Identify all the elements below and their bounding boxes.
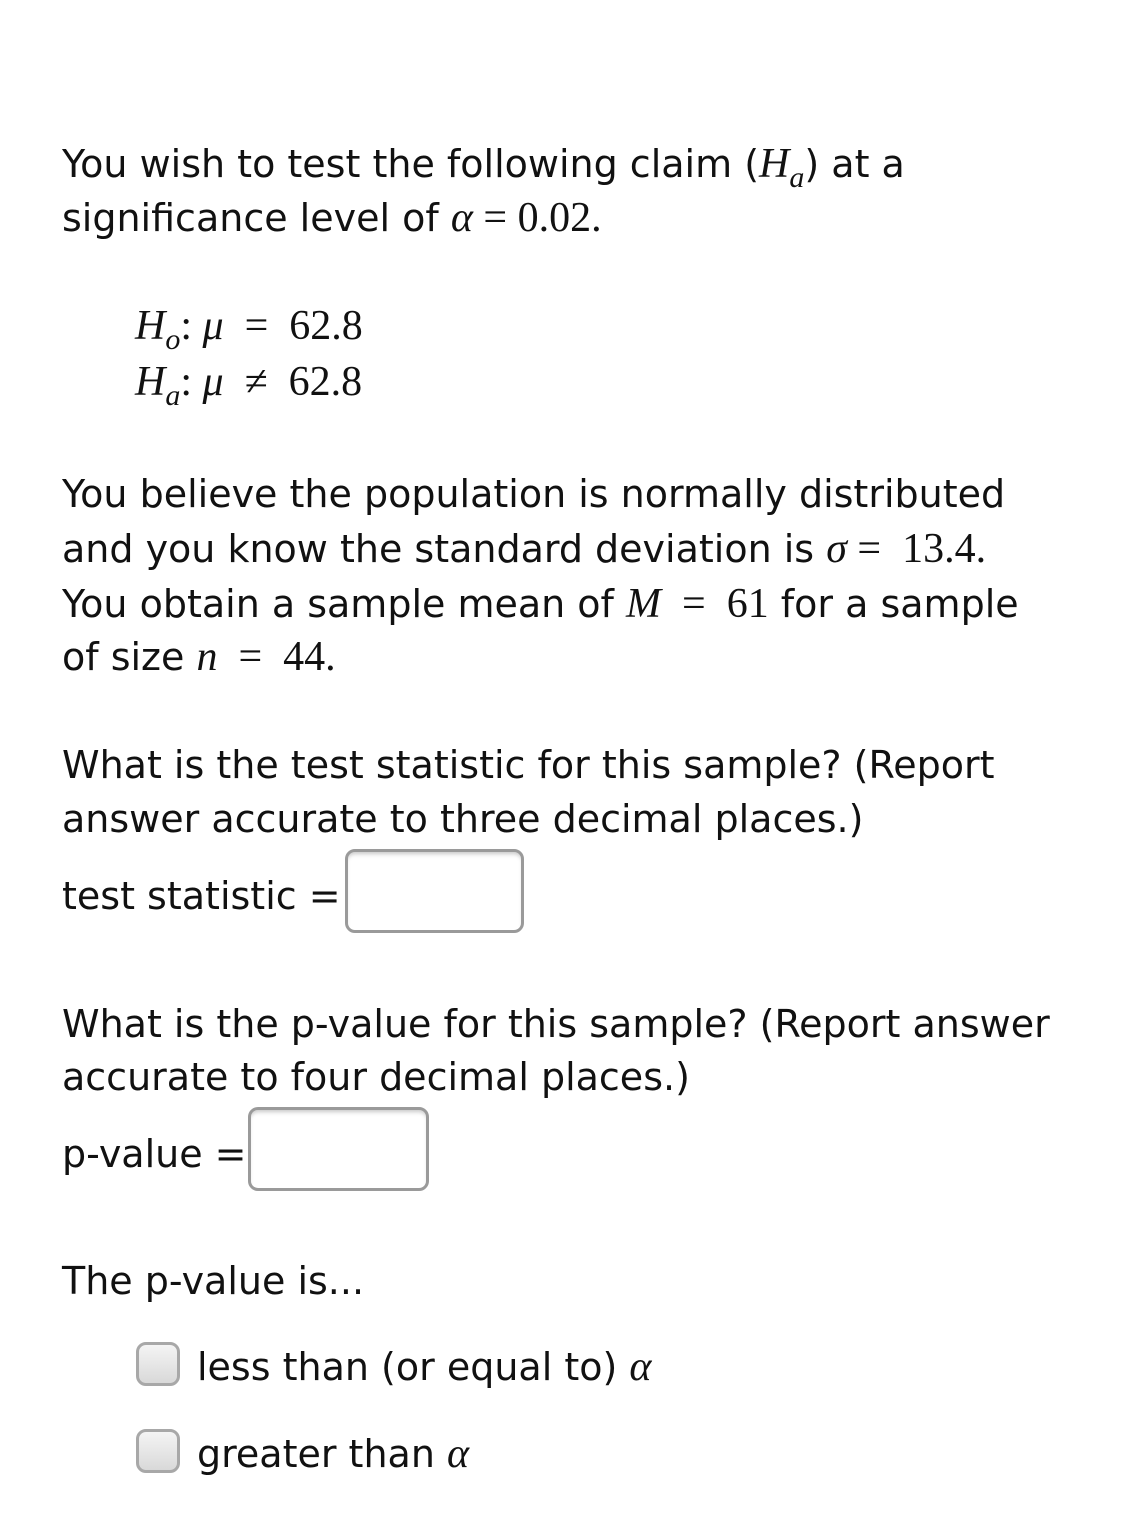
alpha-symbol: α — [450, 195, 473, 241]
operator: = — [244, 303, 269, 349]
hypothesis-value: 62.8 — [288, 359, 363, 405]
option-greater-than-label[interactable]: greater than α — [197, 1427, 469, 1481]
colon: : — [180, 303, 193, 349]
test-statistic-label: test statistic = — [62, 874, 341, 918]
hypothesis-value: 62.8 — [289, 303, 363, 349]
h-symbol: H — [135, 359, 166, 405]
claim-text: You wish to test the following claim ( — [62, 142, 760, 186]
assumption-line-3: You obtain a sample mean of M = 61 for a… — [62, 581, 1019, 627]
colon: : — [180, 359, 193, 405]
assumption-line-2: and you know the standard deviation is σ… — [62, 526, 987, 572]
h-subscript: o — [165, 323, 181, 356]
null-hypothesis: Ho: μ = 62.8 — [135, 298, 363, 358]
alpha-symbol: α — [629, 1344, 652, 1390]
option-text: greater than — [197, 1432, 447, 1476]
alpha-value: 0.02. — [517, 195, 602, 241]
sd-text: and you know the standard deviation is — [62, 527, 827, 571]
mean-value: 61 — [726, 581, 769, 627]
p-value-input[interactable] — [248, 1107, 429, 1191]
q1-prompt-line-2: answer accurate to three decimal places.… — [62, 797, 864, 841]
p-value-label: p-value = — [62, 1132, 247, 1176]
mu-symbol: μ — [202, 359, 224, 405]
option-text: less than (or equal to) — [197, 1345, 630, 1389]
assumption-line-4: of size n = 44. — [62, 634, 336, 680]
equals-sign: = — [472, 195, 518, 241]
operator: ≠ — [244, 359, 268, 405]
option-less-than-label[interactable]: less than (or equal to) α — [197, 1340, 651, 1394]
h-symbol: H — [759, 141, 790, 187]
alpha-symbol: α — [447, 1431, 470, 1477]
q2-prompt-line-2: accurate to four decimal places.) — [62, 1055, 690, 1099]
n-symbol: n — [196, 634, 218, 680]
h-symbol: H — [135, 303, 166, 349]
sigma-symbol: σ — [826, 526, 847, 572]
size-text: of size — [62, 635, 197, 679]
p-value-comparison-prompt: The p-value is... — [62, 1259, 365, 1303]
option-less-than-checkbox[interactable] — [136, 1342, 180, 1386]
h-subscript: a — [789, 161, 805, 194]
mean-text: You obtain a sample mean of — [62, 582, 627, 626]
h-subscript: a — [165, 379, 181, 412]
significance-text: significance level of — [62, 196, 451, 240]
mu-symbol: μ — [202, 303, 224, 349]
claim-statement: You wish to test the following claim (Ha… — [62, 137, 905, 195]
claim-text-end: ) at a — [804, 142, 905, 186]
sigma-value: 13.4. — [902, 526, 987, 572]
test-statistic-input[interactable] — [345, 849, 524, 933]
option-greater-than-checkbox[interactable] — [136, 1429, 180, 1473]
m-symbol: M — [626, 581, 662, 627]
alternative-hypothesis: Ha: μ ≠ 62.8 — [135, 354, 362, 414]
mean-text-end: for a sample — [768, 582, 1019, 626]
q1-prompt-line-1: What is the test statistic for this samp… — [62, 743, 995, 787]
n-value: 44. — [283, 634, 336, 680]
q2-prompt-line-1: What is the p-value for this sample? (Re… — [62, 1002, 1050, 1046]
assumption-line-1: You believe the population is normally d… — [62, 472, 1006, 516]
significance-statement: significance level of α = 0.02. — [62, 191, 602, 245]
